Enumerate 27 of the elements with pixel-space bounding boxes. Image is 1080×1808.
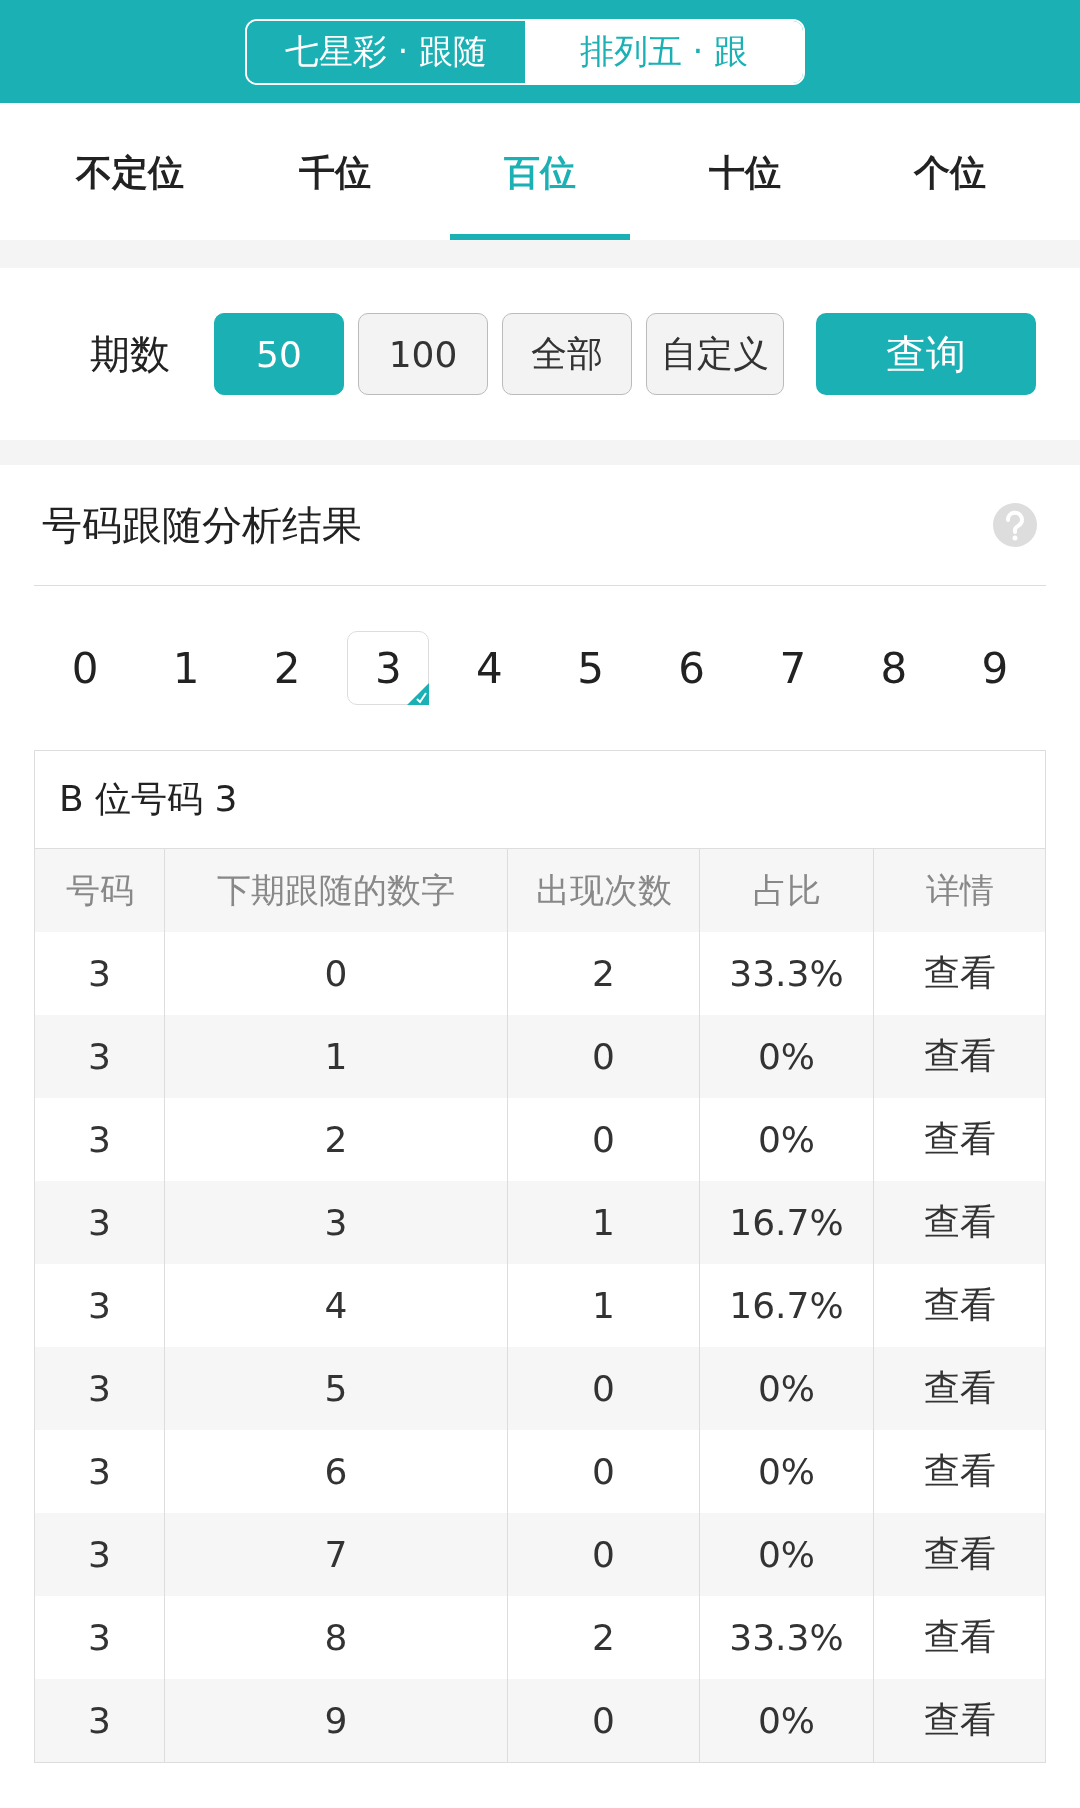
- view-link[interactable]: 查看: [874, 1679, 1045, 1762]
- table-cell: 3: [35, 1679, 165, 1762]
- view-link[interactable]: 查看: [874, 1596, 1045, 1679]
- position-tab[interactable]: 千位: [244, 103, 426, 240]
- view-link[interactable]: 查看: [874, 1347, 1045, 1430]
- view-link[interactable]: 查看: [874, 1513, 1045, 1596]
- table-cell: 9: [165, 1679, 508, 1762]
- column-header: 详情: [924, 868, 995, 912]
- view-link[interactable]: 查看: [874, 1098, 1045, 1181]
- digit-option[interactable]: 3: [347, 631, 430, 705]
- period-label: 期数: [90, 329, 170, 379]
- table-cell: 0: [508, 1679, 700, 1762]
- view-link[interactable]: 查看: [874, 1264, 1045, 1347]
- view-link[interactable]: 查看: [874, 932, 1045, 1015]
- view-link[interactable]: 查看: [874, 1181, 1045, 1264]
- period-option[interactable]: 100: [358, 313, 488, 395]
- position-tab[interactable]: 不定位: [40, 103, 221, 240]
- view-link[interactable]: 查看: [874, 1430, 1045, 1513]
- table-cell: 0%: [700, 1679, 874, 1762]
- check-icon: [407, 683, 430, 705]
- position-tab[interactable]: 十位: [654, 103, 836, 240]
- help-icon[interactable]: [992, 502, 1038, 548]
- result-title: 号码跟随分析结果: [41, 500, 362, 550]
- position-tab[interactable]: 个位: [859, 103, 1040, 240]
- view-link[interactable]: 查看: [874, 1015, 1045, 1098]
- period-option[interactable]: 自定义: [646, 313, 784, 395]
- period-option[interactable]: 全部: [502, 313, 632, 395]
